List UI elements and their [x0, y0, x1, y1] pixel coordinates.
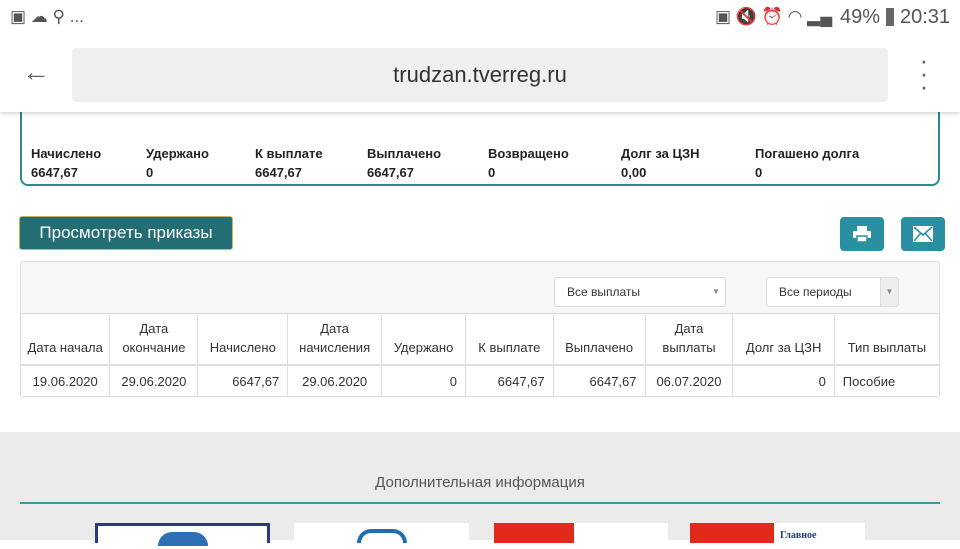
column-header: К выплате: [465, 314, 554, 366]
dropdown-arrow-icon: ▼: [880, 278, 898, 306]
summary-value: 6647,67: [31, 165, 78, 180]
column-header: Дата начала: [21, 314, 111, 366]
printer-icon: [853, 226, 871, 243]
table-cell: 06.07.2020: [645, 365, 734, 396]
divider: [20, 502, 940, 504]
table-cell: 6647,67: [553, 365, 646, 396]
table-cell: 0: [381, 365, 466, 396]
email-button[interactable]: [901, 217, 945, 251]
payments-filter-value: Все выплаты: [567, 285, 641, 299]
view-orders-button[interactable]: Просмотреть приказы: [19, 216, 233, 250]
filter-bar: Все выплаты ▼ Все периоды ▼: [21, 262, 939, 314]
table-cell: 0: [732, 365, 835, 396]
table-cell: 6647,67: [197, 365, 289, 396]
table-cell: 29.06.2020: [109, 365, 199, 396]
column-header: Долг за ЦЗН: [732, 314, 835, 366]
status-bar: ▣ ☁ ⚲ ... ▣ 🔇 ⏰ ◠ ▂▄ 49% 20:31: [0, 0, 960, 36]
summary-value: 0,00: [621, 165, 647, 180]
column-header: Дата выплаты: [645, 314, 734, 366]
address-bar[interactable]: trudzan.tverreg.ru: [72, 48, 888, 102]
summary-label: Возвращено: [488, 146, 569, 161]
battery-icon: [886, 8, 894, 26]
payments-filter-select[interactable]: Все выплаты ▼: [554, 277, 726, 307]
table-cell: 29.06.2020: [287, 365, 383, 396]
summary-label: Погашено долга: [755, 146, 860, 161]
summary-value: 6647,67: [255, 165, 302, 180]
column-header: Дата начисления: [287, 314, 383, 366]
payments-panel: Все выплаты ▼ Все периоды ▼ Дата начала Да…: [20, 261, 940, 397]
summary-label: Удержано: [146, 146, 209, 161]
envelope-icon: [913, 226, 933, 242]
table-row: 19.06.2020 29.06.2020 6647,67 29.06.2020…: [21, 365, 939, 396]
logo-text: Главное: [780, 530, 817, 541]
summary-label: Долг за ЦЗН: [621, 146, 700, 161]
partner-logo-1[interactable]: [95, 523, 270, 546]
table-header-row: Дата начала Дата окончание Начислено Дат…: [21, 314, 939, 366]
more-notifications: ...: [69, 7, 84, 26]
footer: Дополнительная информация Главное: [0, 432, 960, 546]
summary-label: К выплате: [255, 146, 323, 161]
periods-filter-value: Все периоды: [779, 285, 852, 299]
notification-icons: ▣ ☁ ⚲ ...: [10, 7, 84, 26]
browser-toolbar: ← trudzan.tverreg.ru · · ·: [0, 36, 960, 112]
menu-kebab-icon[interactable]: · · ·: [918, 47, 930, 99]
table-cell: 19.06.2020: [21, 365, 111, 396]
system-icons: ▣ 🔇 ⏰ ◠ ▂▄: [715, 7, 833, 26]
clock: 20:31: [900, 6, 951, 28]
partner-logo-3[interactable]: [494, 523, 668, 543]
back-arrow-icon[interactable]: ←: [22, 56, 50, 88]
column-header: Выплачено: [553, 314, 646, 366]
summary-value: 6647,67: [367, 165, 414, 180]
periods-filter-select[interactable]: Все периоды ▼: [766, 277, 899, 307]
summary-value: 0: [146, 165, 154, 180]
summary-value: 0: [488, 165, 496, 180]
column-header: Тип выплаты: [834, 314, 939, 366]
battery-percent: 49%: [840, 6, 881, 28]
summary-label: Выплачено: [367, 146, 442, 161]
partner-logo-2[interactable]: [294, 523, 469, 543]
print-button[interactable]: [840, 217, 884, 251]
column-header: Удержано: [381, 314, 466, 366]
dropdown-arrow-icon: ▼: [712, 287, 720, 296]
table-cell: Пособие: [842, 374, 896, 389]
column-header: Начислено: [197, 314, 289, 366]
column-header: Дата окончание: [109, 314, 199, 366]
summary-value: 0: [755, 165, 763, 180]
footer-title: Дополнительная информация: [375, 474, 585, 491]
partner-logo-4[interactable]: Главное: [690, 523, 865, 543]
payments-table: Дата начала Дата окончание Начислено Дат…: [21, 314, 939, 396]
table-cell: 6647,67: [465, 365, 554, 396]
summary-label: Начислено: [31, 146, 102, 161]
